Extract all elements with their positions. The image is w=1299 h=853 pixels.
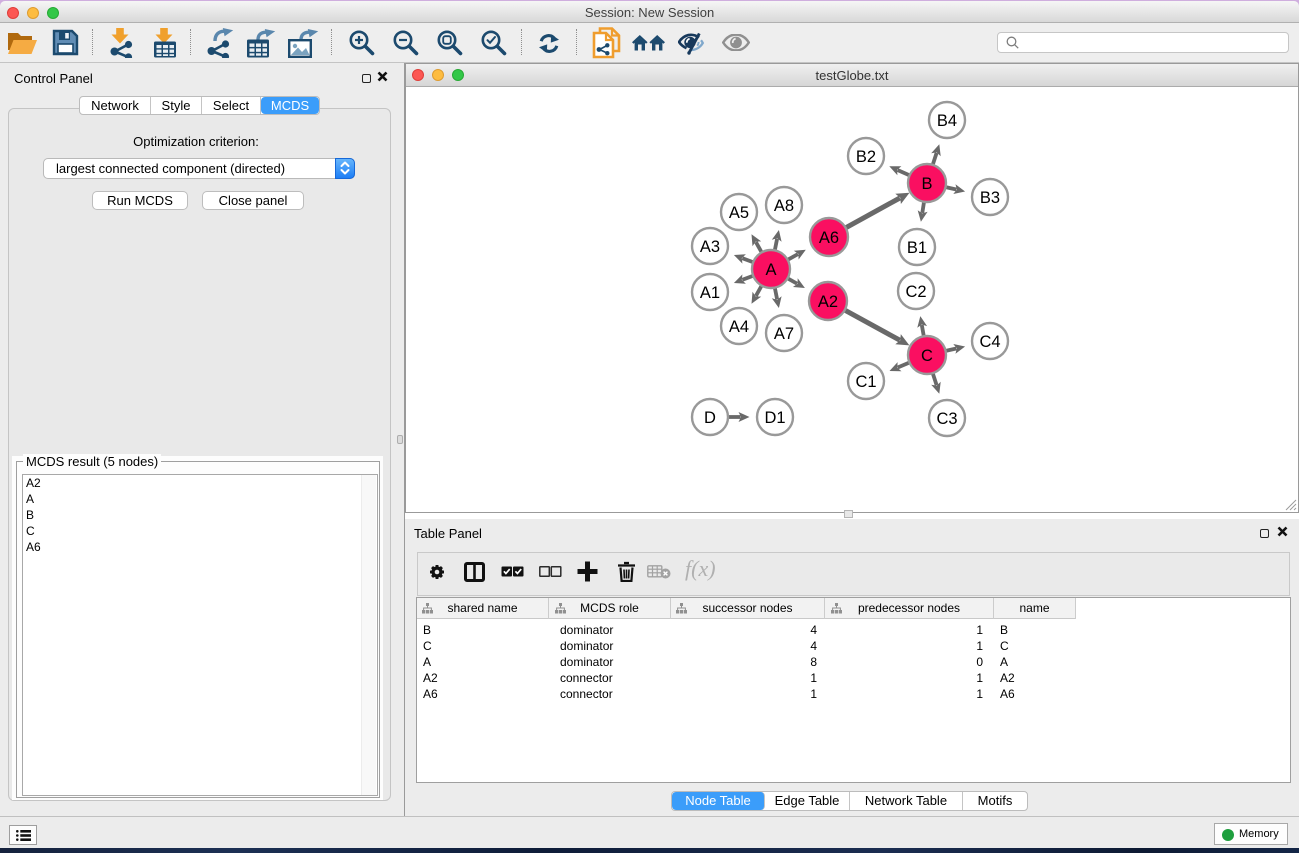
svg-text:A1: A1: [700, 284, 720, 302]
svg-text:A4: A4: [729, 318, 749, 336]
svg-text:A8: A8: [774, 197, 794, 215]
svg-text:D1: D1: [764, 409, 785, 427]
svg-text:C3: C3: [936, 410, 957, 428]
svg-text:C: C: [921, 347, 933, 365]
svg-text:B2: B2: [856, 148, 876, 166]
svg-text:C2: C2: [905, 283, 926, 301]
svg-text:A2: A2: [818, 293, 838, 311]
svg-text:D: D: [704, 409, 716, 427]
svg-text:A7: A7: [774, 325, 794, 343]
svg-text:A3: A3: [700, 238, 720, 256]
svg-text:B1: B1: [907, 239, 927, 257]
svg-text:A6: A6: [819, 229, 839, 247]
svg-text:C4: C4: [979, 333, 1000, 351]
svg-text:B: B: [921, 175, 932, 193]
svg-text:B4: B4: [937, 112, 957, 130]
svg-text:C1: C1: [855, 373, 876, 391]
svg-text:A5: A5: [729, 204, 749, 222]
svg-text:A: A: [765, 261, 776, 279]
svg-text:B3: B3: [980, 189, 1000, 207]
